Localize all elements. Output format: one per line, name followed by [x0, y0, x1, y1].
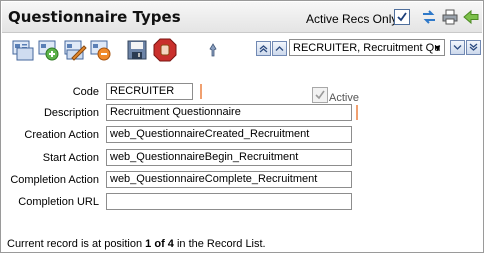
print-icon[interactable] [441, 8, 459, 26]
active-recs-only-label: Active Recs Only [306, 12, 398, 26]
start-action-field[interactable]: web_QuestionnaireBegin_Recruitment [106, 149, 352, 166]
status-position: 1 of 4 [145, 238, 174, 250]
start-action-label: Start Action [42, 152, 99, 164]
record-selector-value: RECRUITER, Recruitment Qu [293, 42, 441, 54]
dropdown-arrow-icon: ▼ [433, 43, 442, 53]
code-required-marker [200, 84, 202, 99]
status-suffix: in the Record List. [173, 238, 266, 250]
edit-record-icon[interactable] [64, 39, 88, 61]
chevron-up-icon [275, 46, 284, 51]
double-chevron-down-icon [469, 43, 478, 51]
delete-record-icon[interactable] [90, 39, 114, 61]
code-label: Code [72, 86, 99, 98]
questionnaire-types-window: Questionnaire Types Active Recs Only REC… [0, 0, 484, 253]
status-prefix: Current record is at position [7, 238, 146, 250]
description-field[interactable]: Recruitment Questionnaire [106, 104, 352, 121]
completion-action-label: Completion Action [10, 174, 99, 186]
checkmark-icon [315, 90, 325, 100]
checkmark-icon [397, 12, 407, 22]
active-recs-only-checkbox[interactable] [394, 9, 410, 25]
description-label: Description [43, 107, 99, 119]
first-record-button[interactable] [256, 41, 271, 56]
double-chevron-up-icon [259, 45, 268, 53]
creation-action-label: Creation Action [24, 129, 99, 141]
refresh-icon[interactable] [420, 8, 438, 26]
pin-icon[interactable] [207, 43, 219, 57]
title-bar: Questionnaire Types Active Recs Only [2, 2, 482, 33]
stop-icon[interactable] [153, 38, 177, 62]
chevron-down-icon [453, 45, 462, 50]
completion-url-label: Completion URL [18, 196, 99, 208]
window-title: Questionnaire Types [8, 8, 181, 26]
previous-record-button[interactable] [272, 41, 287, 56]
completion-action-field[interactable]: web_QuestionnaireComplete_Recruitment [106, 171, 352, 188]
active-checkbox[interactable] [312, 87, 328, 103]
back-arrow-icon[interactable] [462, 8, 480, 26]
add-record-icon[interactable] [38, 39, 62, 61]
save-icon[interactable] [127, 40, 147, 60]
active-label: Active [329, 92, 359, 104]
new-record-icon[interactable] [12, 39, 36, 61]
code-field[interactable]: RECRUITER [106, 83, 193, 100]
record-selector-dropdown[interactable]: RECRUITER, Recruitment Qu ▼ [289, 39, 445, 56]
record-position-status: Current record is at position 1 of 4 in … [7, 238, 266, 250]
creation-action-field[interactable]: web_QuestionnaireCreated_Recruitment [106, 126, 352, 143]
next-record-button[interactable] [450, 40, 465, 55]
completion-url-field[interactable] [106, 193, 352, 210]
last-record-button[interactable] [466, 40, 481, 55]
description-required-marker [356, 105, 358, 120]
